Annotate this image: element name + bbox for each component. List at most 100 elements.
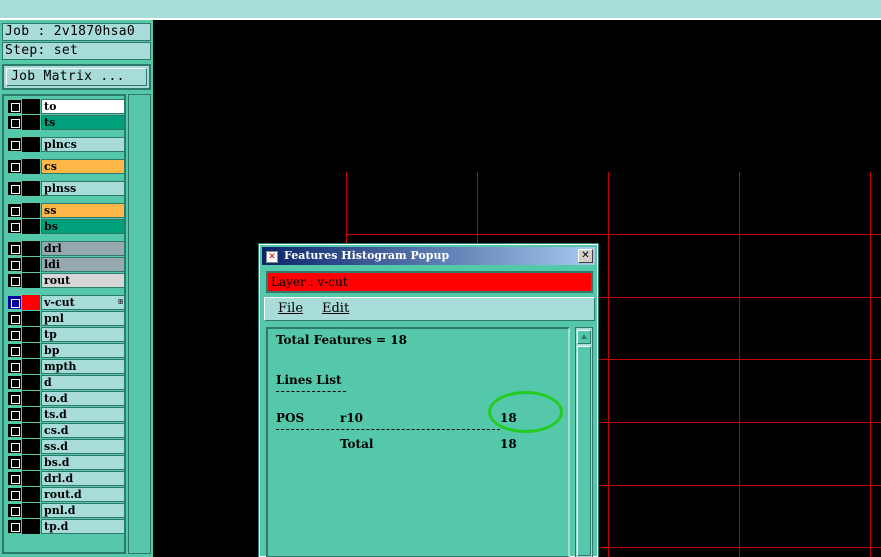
checkbox-icon[interactable] [8, 408, 21, 421]
layer-row-ss.d[interactable]: ss.d [7, 439, 125, 454]
layer-row-ss[interactable]: ss [7, 203, 125, 218]
checkbox-icon[interactable] [8, 182, 21, 195]
layer-color-swatch[interactable] [22, 359, 40, 374]
checkbox-icon[interactable] [8, 258, 21, 271]
scroll-thumb[interactable] [577, 346, 591, 556]
checkbox-icon[interactable] [8, 312, 21, 325]
layer-color-swatch[interactable] [22, 241, 40, 256]
layer-color-swatch[interactable] [22, 407, 40, 422]
layer-row-to[interactable]: to [7, 99, 125, 114]
layer-row-rout[interactable]: rout [7, 273, 125, 288]
checkbox-icon[interactable] [8, 472, 21, 485]
layer-row-pnl[interactable]: pnl [7, 311, 125, 326]
layer-name[interactable]: cs [41, 159, 125, 174]
layer-name[interactable]: ldi [41, 257, 125, 272]
checkbox-icon[interactable] [8, 116, 21, 129]
layer-name[interactable]: ts.d [41, 407, 125, 422]
layer-list-scrollbar[interactable] [128, 94, 151, 554]
checkbox-icon[interactable] [8, 100, 21, 113]
layer-name[interactable]: ts [41, 115, 125, 130]
layer-name[interactable]: rout.d [41, 487, 125, 502]
layer-color-swatch[interactable] [22, 99, 40, 114]
layer-row-ts.d[interactable]: ts.d [7, 407, 125, 422]
layer-name[interactable]: tp [41, 327, 125, 342]
layer-row-bp[interactable]: bp [7, 343, 125, 358]
layer-name[interactable]: v-cut [41, 295, 125, 310]
layer-name[interactable]: cs.d [41, 423, 125, 438]
layer-color-swatch[interactable] [22, 203, 40, 218]
layer-name[interactable]: pnl.d [41, 503, 125, 518]
checkbox-icon[interactable] [8, 376, 21, 389]
layer-row-v-cut[interactable]: v-cut ⊞ [7, 295, 125, 310]
layer-name[interactable]: bs.d [41, 455, 125, 470]
checkbox-icon[interactable] [8, 488, 21, 501]
layer-row-mpth[interactable]: mpth [7, 359, 125, 374]
layer-name[interactable]: drl [41, 241, 125, 256]
layer-row-tp.d[interactable]: tp.d [7, 519, 125, 534]
checkbox-icon[interactable] [8, 160, 21, 173]
layer-color-swatch[interactable] [22, 439, 40, 454]
layer-color-swatch[interactable] [22, 391, 40, 406]
layer-name[interactable]: bp [41, 343, 125, 358]
layer-name[interactable]: plnss [41, 181, 125, 196]
layer-color-swatch[interactable] [22, 503, 40, 518]
layer-color-swatch[interactable] [22, 343, 40, 358]
layer-color-swatch[interactable] [22, 311, 40, 326]
job-matrix-button[interactable]: Job Matrix ... [6, 68, 147, 86]
checkbox-icon[interactable] [8, 328, 21, 341]
layer-color-swatch[interactable] [22, 159, 40, 174]
layer-name[interactable]: mpth [41, 359, 125, 374]
layer-name[interactable]: to.d [41, 391, 125, 406]
checkbox-icon[interactable] [8, 242, 21, 255]
expand-icon[interactable]: ⊞ [118, 296, 123, 308]
checkbox-icon[interactable] [8, 344, 21, 357]
checkbox-icon[interactable] [8, 520, 21, 533]
checkbox-icon[interactable] [8, 440, 21, 453]
layer-color-swatch[interactable] [22, 273, 40, 288]
layer-name[interactable]: pnl [41, 311, 125, 326]
checkbox-icon[interactable] [8, 220, 21, 233]
checkbox-icon[interactable] [8, 424, 21, 437]
layer-row-drl[interactable]: drl [7, 241, 125, 256]
popup-title-bar[interactable]: ✕ Features Histogram Popup ✕ [262, 247, 595, 265]
layer-row-to.d[interactable]: to.d [7, 391, 125, 406]
layer-name[interactable]: drl.d [41, 471, 125, 486]
layer-row-bs.d[interactable]: bs.d [7, 455, 125, 470]
layer-color-swatch[interactable] [22, 327, 40, 342]
layer-row-plnss[interactable]: plnss [7, 181, 125, 196]
checkbox-icon[interactable] [8, 296, 21, 309]
layer-row-cs[interactable]: cs [7, 159, 125, 174]
layer-row-ts[interactable]: ts [7, 115, 125, 130]
layer-color-swatch[interactable] [22, 455, 40, 470]
checkbox-icon[interactable] [8, 456, 21, 469]
layer-row-tp[interactable]: tp [7, 327, 125, 342]
layer-color-swatch[interactable] [22, 375, 40, 390]
layer-row-ldi[interactable]: ldi [7, 257, 125, 272]
layer-row-bs[interactable]: bs [7, 219, 125, 234]
checkbox-icon[interactable] [8, 392, 21, 405]
layer-name[interactable]: d [41, 375, 125, 390]
layer-color-swatch[interactable] [22, 115, 40, 130]
scroll-up-icon[interactable] [577, 330, 591, 344]
layer-color-swatch[interactable] [22, 257, 40, 272]
layer-name[interactable]: ss [41, 203, 125, 218]
layer-name[interactable]: plncs [41, 137, 125, 152]
layer-color-swatch[interactable] [22, 181, 40, 196]
layer-color-swatch[interactable] [22, 219, 40, 234]
layer-color-swatch[interactable] [22, 295, 40, 310]
checkbox-icon[interactable] [8, 504, 21, 517]
layer-name[interactable]: ss.d [41, 439, 125, 454]
layer-row-d[interactable]: d [7, 375, 125, 390]
menu-edit[interactable]: Edit [322, 298, 349, 320]
layer-name[interactable]: to [41, 99, 125, 114]
layer-row-drl.d[interactable]: drl.d [7, 471, 125, 486]
layer-color-swatch[interactable] [22, 519, 40, 534]
checkbox-icon[interactable] [8, 138, 21, 151]
layer-color-swatch[interactable] [22, 471, 40, 486]
checkbox-icon[interactable] [8, 360, 21, 373]
layer-color-swatch[interactable] [22, 423, 40, 438]
checkbox-icon[interactable] [8, 204, 21, 217]
report-scrollbar[interactable] [575, 327, 593, 557]
layer-row-cs.d[interactable]: cs.d [7, 423, 125, 438]
layer-row-plncs[interactable]: plncs [7, 137, 125, 152]
